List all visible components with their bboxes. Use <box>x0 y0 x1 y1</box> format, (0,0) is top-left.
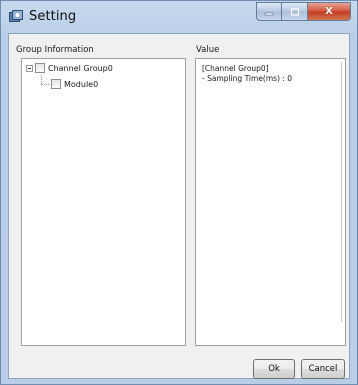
minimize-button[interactable] <box>256 2 282 21</box>
ok-button[interactable]: Ok <box>253 359 295 379</box>
tree-node-label: Channel Group0 <box>48 63 113 73</box>
tree-connector <box>41 84 49 85</box>
client-area: Group Information Value Channel Group0 M… <box>8 33 350 379</box>
value-panel-divider <box>341 62 342 322</box>
group-tree-panel[interactable]: Channel Group0 Module0 <box>21 58 186 346</box>
title-bar[interactable]: Setting X <box>1 1 357 33</box>
collapse-icon[interactable] <box>26 64 33 72</box>
tree-node-module[interactable]: Module0 <box>51 79 98 89</box>
close-icon: X <box>325 6 333 17</box>
module-checkbox[interactable] <box>51 79 61 89</box>
value-panel[interactable]: [Channel Group0] - Sampling Time(ms) : 0 <box>195 58 346 346</box>
settings-window: Setting X Group Information Value Channe… <box>0 0 358 385</box>
app-settings-icon <box>9 10 23 22</box>
window-title: Setting <box>29 9 77 24</box>
maximize-button[interactable] <box>282 2 308 21</box>
value-label: Value <box>196 45 220 55</box>
channel-group-checkbox[interactable] <box>35 63 45 73</box>
tree-node-label: Module0 <box>64 79 99 89</box>
maximize-icon <box>290 7 299 16</box>
value-text: [Channel Group0] - Sampling Time(ms) : 0 <box>202 64 292 84</box>
value-line: - Sampling Time(ms) : 0 <box>202 74 293 83</box>
tree-connector <box>41 75 42 84</box>
caption-buttons: X <box>256 2 351 21</box>
cancel-button[interactable]: Cancel <box>301 359 345 379</box>
tree-node-channel-group[interactable]: Channel Group0 <box>26 63 113 73</box>
close-button[interactable]: X <box>308 2 351 21</box>
group-information-label: Group Information <box>16 45 94 55</box>
value-line: [Channel Group0] <box>202 64 269 73</box>
minimize-icon <box>264 12 274 15</box>
